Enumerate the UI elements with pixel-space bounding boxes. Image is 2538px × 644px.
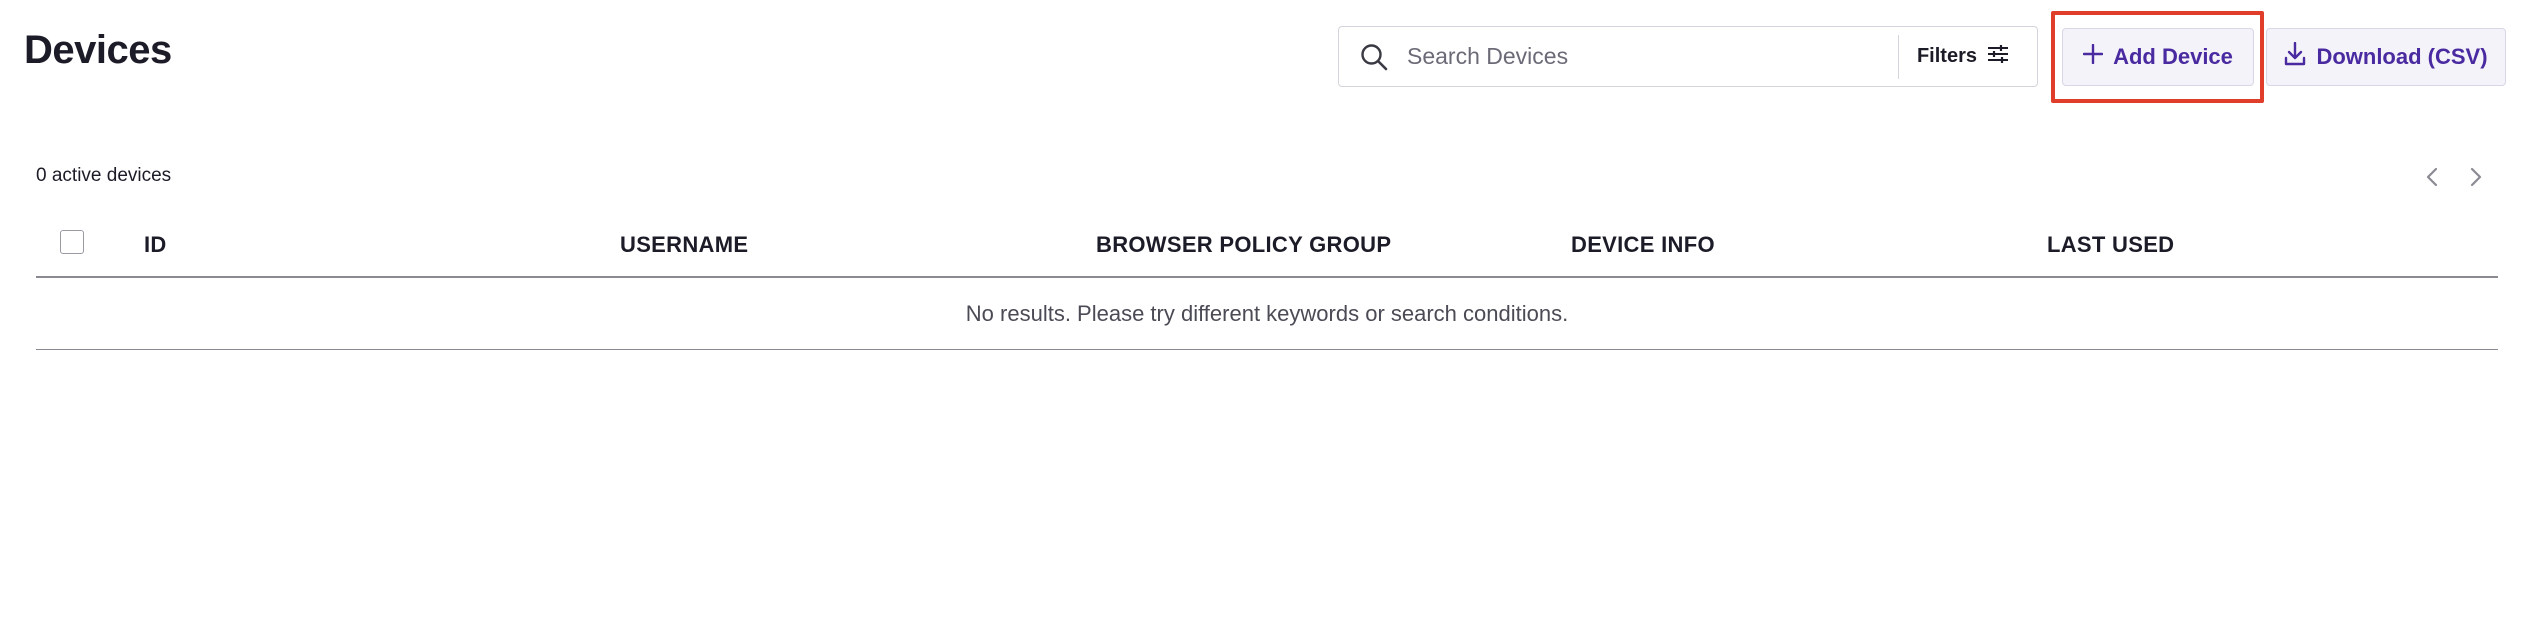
active-devices-count: 0 active devices (36, 165, 172, 186)
page-title: Devices (24, 28, 172, 72)
column-header-last-used[interactable]: LAST USED (2047, 232, 2174, 258)
sliders-icon (1987, 44, 2009, 70)
filters-label: Filters (1916, 45, 1977, 67)
chevron-right-icon[interactable] (2462, 163, 2490, 191)
select-all-checkbox[interactable] (60, 230, 84, 254)
column-header-device-info[interactable]: DEVICE INFO (1571, 232, 1715, 258)
download-icon (2284, 41, 2306, 72)
add-device-button[interactable]: Add Device (2062, 28, 2254, 86)
column-header-browser-policy-group[interactable]: BROWSER POLICY GROUP (1096, 232, 1391, 258)
search-bar: Filters (1338, 26, 2038, 87)
devices-table: ID USERNAME BROWSER POLICY GROUP DEVICE … (36, 218, 2498, 350)
search-icon (1359, 42, 1389, 72)
download-csv-button[interactable]: Download (CSV) (2266, 28, 2506, 86)
plus-icon (2082, 43, 2104, 70)
add-device-label: Add Device (2113, 44, 2233, 69)
chevron-left-icon[interactable] (2418, 163, 2446, 191)
column-header-username[interactable]: USERNAME (620, 232, 748, 258)
download-label: Download (CSV) (2316, 44, 2488, 69)
empty-state-message: No results. Please try different keyword… (36, 278, 2498, 350)
filters-button[interactable]: Filters (1899, 27, 2037, 86)
table-header: ID USERNAME BROWSER POLICY GROUP DEVICE … (36, 218, 2498, 278)
column-header-id[interactable]: ID (144, 232, 167, 258)
search-input[interactable] (1407, 27, 1898, 86)
